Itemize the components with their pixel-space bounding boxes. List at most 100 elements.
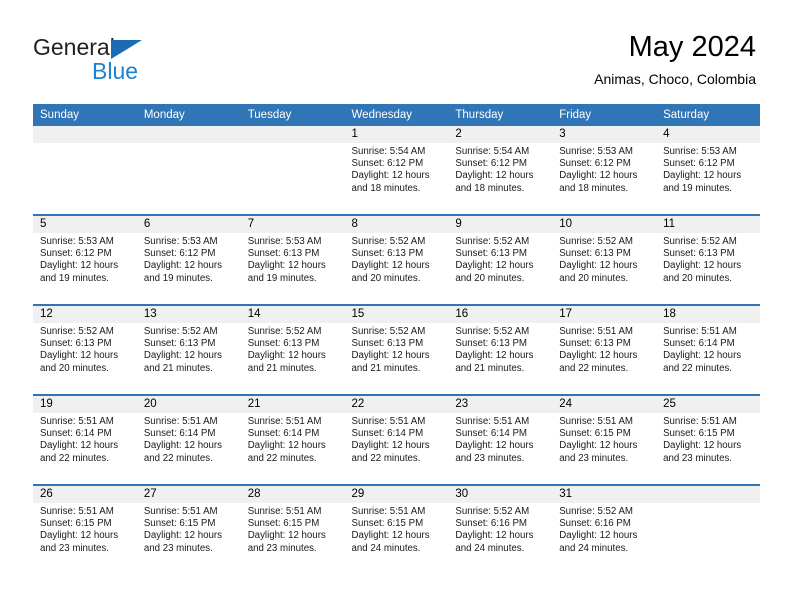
calendar-day-cell[interactable]: 24 Sunrise: 5:51 AM Sunset: 6:15 PM Dayl… [552, 394, 657, 485]
calendar-day-cell[interactable]: 22 Sunrise: 5:51 AM Sunset: 6:14 PM Dayl… [344, 394, 449, 485]
calendar-day-cell[interactable]: 27 Sunrise: 5:51 AM Sunset: 6:15 PM Dayl… [136, 484, 241, 574]
day-details: Sunrise: 5:52 AM Sunset: 6:13 PM Dayligh… [345, 323, 449, 375]
day-details: Sunrise: 5:53 AM Sunset: 6:12 PM Dayligh… [656, 143, 760, 195]
day-number: 23 [448, 396, 553, 413]
calendar-day-cell[interactable]: 23 Sunrise: 5:51 AM Sunset: 6:14 PM Dayl… [448, 394, 553, 485]
day-number [240, 126, 345, 143]
sunset-text: Sunset: 6:12 PM [663, 158, 735, 170]
daylight-text-line1: Daylight: 12 hours [247, 440, 326, 452]
day-details: Sunrise: 5:51 AM Sunset: 6:15 PM Dayligh… [552, 413, 656, 465]
calendar-day-cell[interactable] [240, 126, 345, 215]
daylight-text-line2: and 21 minutes. [247, 362, 317, 374]
calendar-day-cell[interactable]: 19 Sunrise: 5:51 AM Sunset: 6:14 PM Dayl… [33, 394, 137, 485]
calendar-week-row: 5 Sunrise: 5:53 AM Sunset: 6:12 PM Dayli… [33, 214, 760, 305]
calendar-day-cell[interactable]: 2 Sunrise: 5:54 AM Sunset: 6:12 PM Dayli… [448, 126, 553, 215]
day-number: 14 [240, 306, 345, 323]
calendar-day-cell[interactable]: 7 Sunrise: 5:53 AM Sunset: 6:13 PM Dayli… [240, 214, 345, 305]
daylight-text-line2: and 18 minutes. [351, 182, 421, 194]
calendar-day-cell[interactable]: 25 Sunrise: 5:51 AM Sunset: 6:15 PM Dayl… [656, 394, 760, 485]
calendar-day-cell[interactable]: 11 Sunrise: 5:52 AM Sunset: 6:13 PM Dayl… [656, 214, 760, 305]
sunset-text: Sunset: 6:15 PM [143, 518, 216, 530]
general-blue-logo[interactable]: General Blue [33, 34, 213, 86]
calendar-day-cell[interactable]: 16 Sunrise: 5:52 AM Sunset: 6:13 PM Dayl… [448, 304, 553, 395]
day-number: 5 [33, 216, 137, 233]
daylight-text-line1: Daylight: 12 hours [351, 260, 430, 272]
sunset-text: Sunset: 6:12 PM [351, 158, 424, 170]
daylight-text-line2: and 22 minutes. [351, 452, 421, 464]
calendar-day-cell[interactable]: 20 Sunrise: 5:51 AM Sunset: 6:14 PM Dayl… [136, 394, 241, 485]
day-details: Sunrise: 5:52 AM Sunset: 6:13 PM Dayligh… [448, 323, 552, 375]
calendar-day-cell[interactable]: 1 Sunrise: 5:54 AM Sunset: 6:12 PM Dayli… [344, 126, 449, 215]
calendar-day-cell[interactable] [136, 126, 241, 215]
calendar-day-cell[interactable]: 28 Sunrise: 5:51 AM Sunset: 6:15 PM Dayl… [240, 484, 345, 574]
daylight-text-line1: Daylight: 12 hours [663, 350, 742, 362]
calendar-day-cell[interactable]: 17 Sunrise: 5:51 AM Sunset: 6:13 PM Dayl… [552, 304, 657, 395]
day-details: Sunrise: 5:52 AM Sunset: 6:13 PM Dayligh… [656, 233, 760, 285]
day-number: 16 [448, 306, 553, 323]
calendar-day-cell[interactable]: 6 Sunrise: 5:53 AM Sunset: 6:12 PM Dayli… [136, 214, 241, 305]
calendar-day-cell[interactable]: 14 Sunrise: 5:52 AM Sunset: 6:13 PM Dayl… [240, 304, 345, 395]
day-details: Sunrise: 5:52 AM Sunset: 6:16 PM Dayligh… [552, 503, 656, 555]
calendar-day-cell[interactable]: 29 Sunrise: 5:51 AM Sunset: 6:15 PM Dayl… [344, 484, 449, 574]
page-header: General Blue May 2024 Animas, Choco, Col… [0, 0, 792, 104]
daylight-text-line1: Daylight: 12 hours [40, 530, 119, 542]
day-number: 29 [344, 486, 449, 503]
daylight-text-line1: Daylight: 12 hours [559, 350, 638, 362]
daylight-text-line1: Daylight: 12 hours [455, 530, 534, 542]
daylight-text-line1: Daylight: 12 hours [559, 170, 638, 182]
day-number: 9 [448, 216, 553, 233]
day-details [137, 143, 241, 146]
daylight-text-line1: Daylight: 12 hours [143, 350, 222, 362]
daylight-text-line2: and 19 minutes. [663, 182, 732, 194]
daylight-text-line1: Daylight: 12 hours [247, 350, 326, 362]
daylight-text-line1: Daylight: 12 hours [455, 260, 534, 272]
sunset-text: Sunset: 6:12 PM [559, 158, 631, 170]
daylight-text-line2: and 22 minutes. [40, 452, 109, 464]
day-number: 6 [136, 216, 241, 233]
daylight-text-line1: Daylight: 12 hours [40, 350, 119, 362]
daylight-text-line1: Daylight: 12 hours [351, 350, 430, 362]
daylight-text-line1: Daylight: 12 hours [40, 440, 119, 452]
calendar-grid: Sunday Monday Tuesday Wednesday Thursday… [33, 104, 760, 574]
calendar-day-cell[interactable]: 15 Sunrise: 5:52 AM Sunset: 6:13 PM Dayl… [344, 304, 449, 395]
sunset-text: Sunset: 6:13 PM [455, 248, 527, 260]
day-details: Sunrise: 5:51 AM Sunset: 6:14 PM Dayligh… [656, 323, 760, 375]
calendar-day-cell[interactable]: 21 Sunrise: 5:51 AM Sunset: 6:14 PM Dayl… [240, 394, 345, 485]
day-number: 2 [448, 126, 553, 143]
logo-text-general: General [33, 34, 115, 60]
sunrise-text: Sunrise: 5:52 AM [40, 326, 114, 337]
calendar-day-cell[interactable]: 31 Sunrise: 5:52 AM Sunset: 6:16 PM Dayl… [552, 484, 657, 574]
daylight-text-line2: and 19 minutes. [247, 272, 317, 284]
calendar-week-row: 12 Sunrise: 5:52 AM Sunset: 6:13 PM Dayl… [33, 304, 760, 395]
calendar-day-cell[interactable]: 4 Sunrise: 5:53 AM Sunset: 6:12 PM Dayli… [656, 126, 760, 215]
calendar-day-cell[interactable]: 12 Sunrise: 5:52 AM Sunset: 6:13 PM Dayl… [33, 304, 137, 395]
daylight-text-line2: and 20 minutes. [559, 272, 629, 284]
sunset-text: Sunset: 6:14 PM [455, 428, 527, 440]
calendar-day-cell[interactable]: 5 Sunrise: 5:53 AM Sunset: 6:12 PM Dayli… [33, 214, 137, 305]
daylight-text-line1: Daylight: 12 hours [143, 260, 222, 272]
day-number: 28 [240, 486, 345, 503]
calendar-day-cell[interactable]: 9 Sunrise: 5:52 AM Sunset: 6:13 PM Dayli… [448, 214, 553, 305]
calendar-day-cell[interactable]: 26 Sunrise: 5:51 AM Sunset: 6:15 PM Dayl… [33, 484, 137, 574]
sunrise-text: Sunrise: 5:52 AM [351, 326, 426, 337]
calendar-day-cell[interactable]: 3 Sunrise: 5:53 AM Sunset: 6:12 PM Dayli… [552, 126, 657, 215]
day-details: Sunrise: 5:51 AM Sunset: 6:14 PM Dayligh… [448, 413, 552, 465]
day-details: Sunrise: 5:53 AM Sunset: 6:13 PM Dayligh… [241, 233, 345, 285]
sunrise-text: Sunrise: 5:52 AM [663, 236, 737, 247]
calendar-day-cell[interactable]: 8 Sunrise: 5:52 AM Sunset: 6:13 PM Dayli… [344, 214, 449, 305]
sunset-text: Sunset: 6:14 PM [663, 338, 735, 350]
calendar-day-cell[interactable]: 18 Sunrise: 5:51 AM Sunset: 6:14 PM Dayl… [656, 304, 760, 395]
calendar-day-cell[interactable]: 10 Sunrise: 5:52 AM Sunset: 6:13 PM Dayl… [552, 214, 657, 305]
daylight-text-line1: Daylight: 12 hours [455, 440, 534, 452]
calendar-day-cell[interactable]: 13 Sunrise: 5:52 AM Sunset: 6:13 PM Dayl… [136, 304, 241, 395]
sunset-text: Sunset: 6:13 PM [351, 338, 424, 350]
day-number: 21 [240, 396, 345, 413]
sunrise-text: Sunrise: 5:52 AM [455, 326, 530, 337]
calendar-day-cell[interactable] [33, 126, 137, 215]
day-number: 3 [552, 126, 657, 143]
day-details: Sunrise: 5:52 AM Sunset: 6:13 PM Dayligh… [552, 233, 656, 285]
daylight-text-line1: Daylight: 12 hours [663, 260, 742, 272]
sunset-text: Sunset: 6:14 PM [247, 428, 320, 440]
calendar-day-cell[interactable]: 30 Sunrise: 5:52 AM Sunset: 6:16 PM Dayl… [448, 484, 553, 574]
calendar-day-cell[interactable] [656, 484, 760, 574]
